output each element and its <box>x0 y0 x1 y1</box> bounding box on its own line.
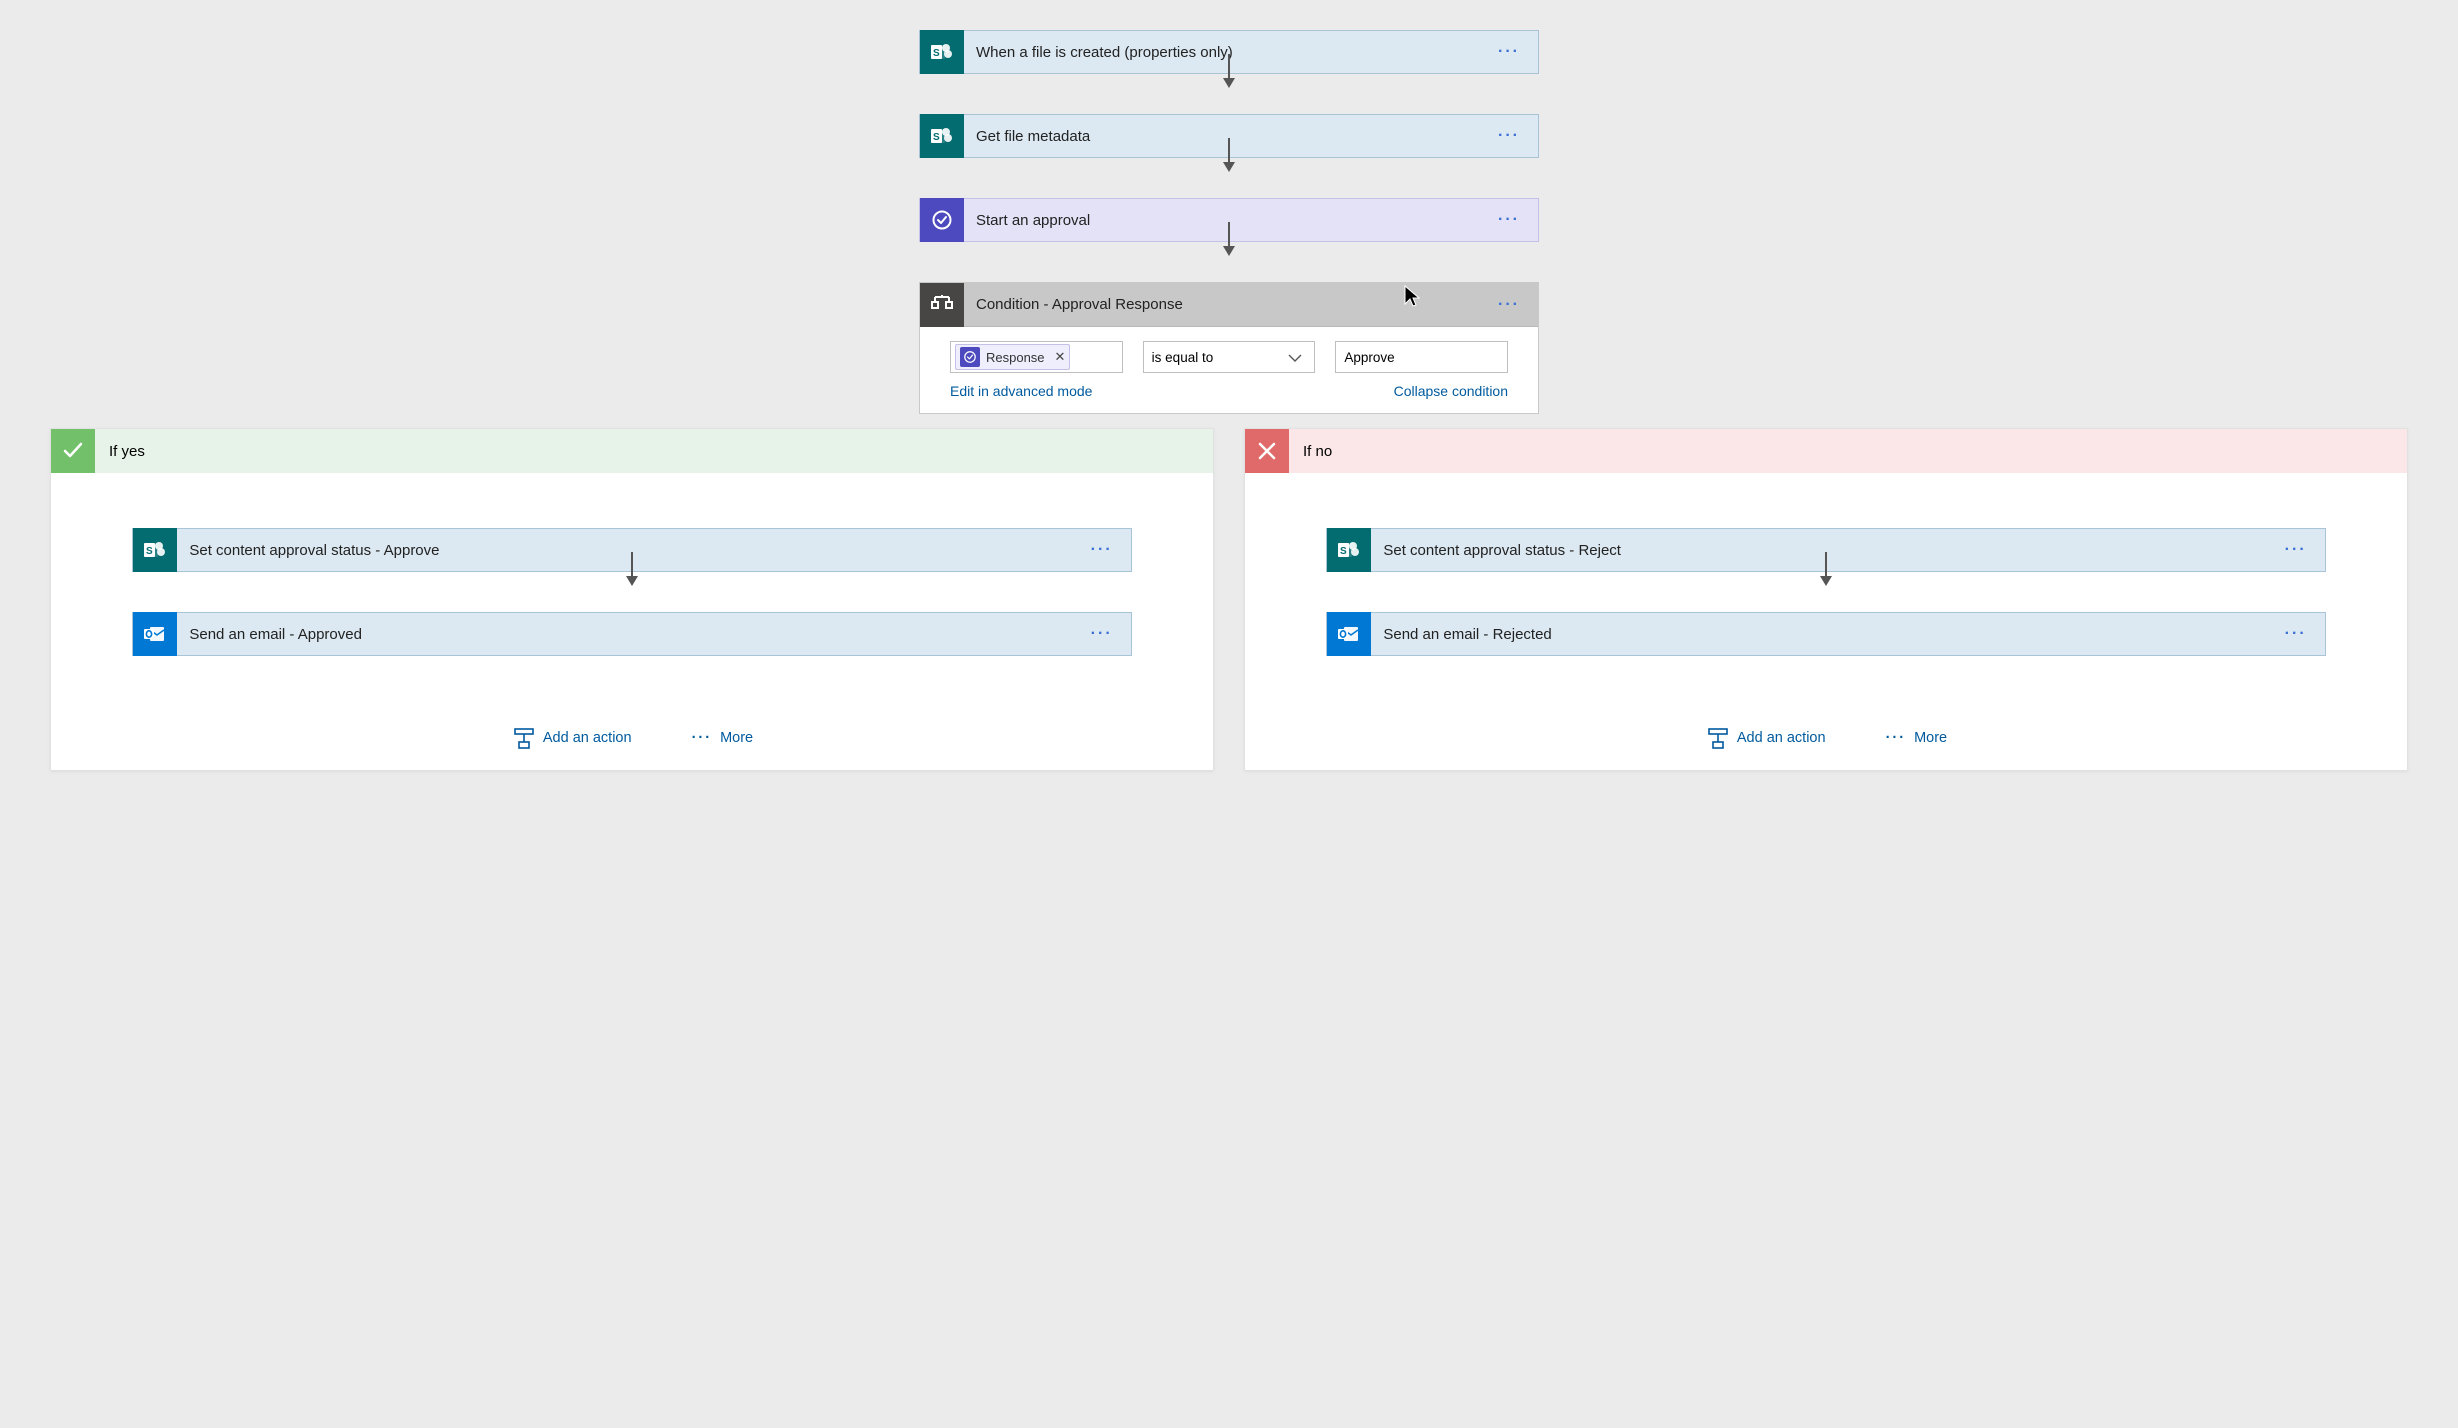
approval-icon <box>960 347 980 367</box>
card-menu-button[interactable]: ··· <box>1073 541 1131 559</box>
action-card-send-email-approved[interactable]: Send an email - Approved ··· <box>132 612 1131 656</box>
outlook-icon <box>133 612 177 656</box>
card-label: Send an email - Approved <box>177 626 1072 643</box>
dynamic-content-token-response[interactable]: Response ✕ <box>955 344 1070 370</box>
action-card-send-email-rejected[interactable]: Send an email - Rejected ··· <box>1326 612 2325 656</box>
condition-value: Approve <box>1344 350 1394 365</box>
card-label: Get file metadata <box>964 128 1480 145</box>
condition-title: Condition - Approval Response <box>964 296 1480 313</box>
condition-icon <box>920 283 964 327</box>
condition-operator-select[interactable]: is equal to <box>1143 341 1316 373</box>
card-menu-button[interactable]: ··· <box>2267 625 2325 643</box>
card-menu-button[interactable]: ··· <box>1480 211 1538 229</box>
edit-advanced-mode-link[interactable]: Edit in advanced mode <box>950 383 1092 399</box>
token-remove-button[interactable]: ✕ <box>1055 349 1066 365</box>
more-button[interactable]: ··· More <box>692 726 754 750</box>
cross-icon <box>1245 429 1289 473</box>
if-no-header: If no <box>1245 429 2407 473</box>
condition-card-approval-response[interactable]: Condition - Approval Response ··· Respon… <box>919 282 1539 414</box>
branch-heading: If yes <box>95 443 159 460</box>
add-action-button[interactable]: Add an action <box>1705 726 1826 750</box>
if-yes-branch: If yes Set content approval status - App… <box>50 428 1214 771</box>
sharepoint-icon <box>920 114 964 158</box>
more-label: More <box>720 730 753 746</box>
chevron-down-icon <box>1284 346 1306 368</box>
more-dots-icon: ··· <box>692 730 713 746</box>
if-yes-header: If yes <box>51 429 1213 473</box>
collapse-condition-link[interactable]: Collapse condition <box>1394 383 1508 399</box>
check-icon <box>51 429 95 473</box>
branch-heading: If no <box>1289 443 1346 460</box>
more-dots-icon: ··· <box>1886 730 1907 746</box>
sharepoint-icon <box>1327 528 1371 572</box>
approval-icon <box>920 198 964 242</box>
card-menu-button[interactable]: ··· <box>1480 127 1538 145</box>
sharepoint-icon <box>133 528 177 572</box>
flow-canvas: When a file is created (properties only)… <box>50 30 2408 771</box>
card-menu-button[interactable]: ··· <box>1073 625 1131 643</box>
card-menu-button[interactable]: ··· <box>2267 541 2325 559</box>
sharepoint-icon <box>920 30 964 74</box>
add-action-icon <box>511 726 535 750</box>
add-action-label: Add an action <box>543 730 632 746</box>
card-label: Send an email - Rejected <box>1371 626 2266 643</box>
card-menu-button[interactable]: ··· <box>1480 296 1538 314</box>
card-label: Set content approval status - Approve <box>177 542 1072 559</box>
operator-value: is equal to <box>1152 350 1214 365</box>
add-action-label: Add an action <box>1737 730 1826 746</box>
add-action-icon <box>1705 726 1729 750</box>
condition-right-operand-field[interactable]: Approve <box>1335 341 1508 373</box>
card-label: Start an approval <box>964 212 1480 229</box>
if-no-branch: If no Set content approval status - Reje… <box>1244 428 2408 771</box>
card-label: When a file is created (properties only) <box>964 44 1480 61</box>
card-label: Set content approval status - Reject <box>1371 542 2266 559</box>
condition-left-operand-field[interactable]: Response ✕ <box>950 341 1123 373</box>
outlook-icon <box>1327 612 1371 656</box>
more-label: More <box>1914 730 1947 746</box>
token-label: Response <box>986 350 1045 365</box>
card-menu-button[interactable]: ··· <box>1480 43 1538 61</box>
more-button[interactable]: ··· More <box>1886 726 1948 750</box>
add-action-button[interactable]: Add an action <box>511 726 632 750</box>
